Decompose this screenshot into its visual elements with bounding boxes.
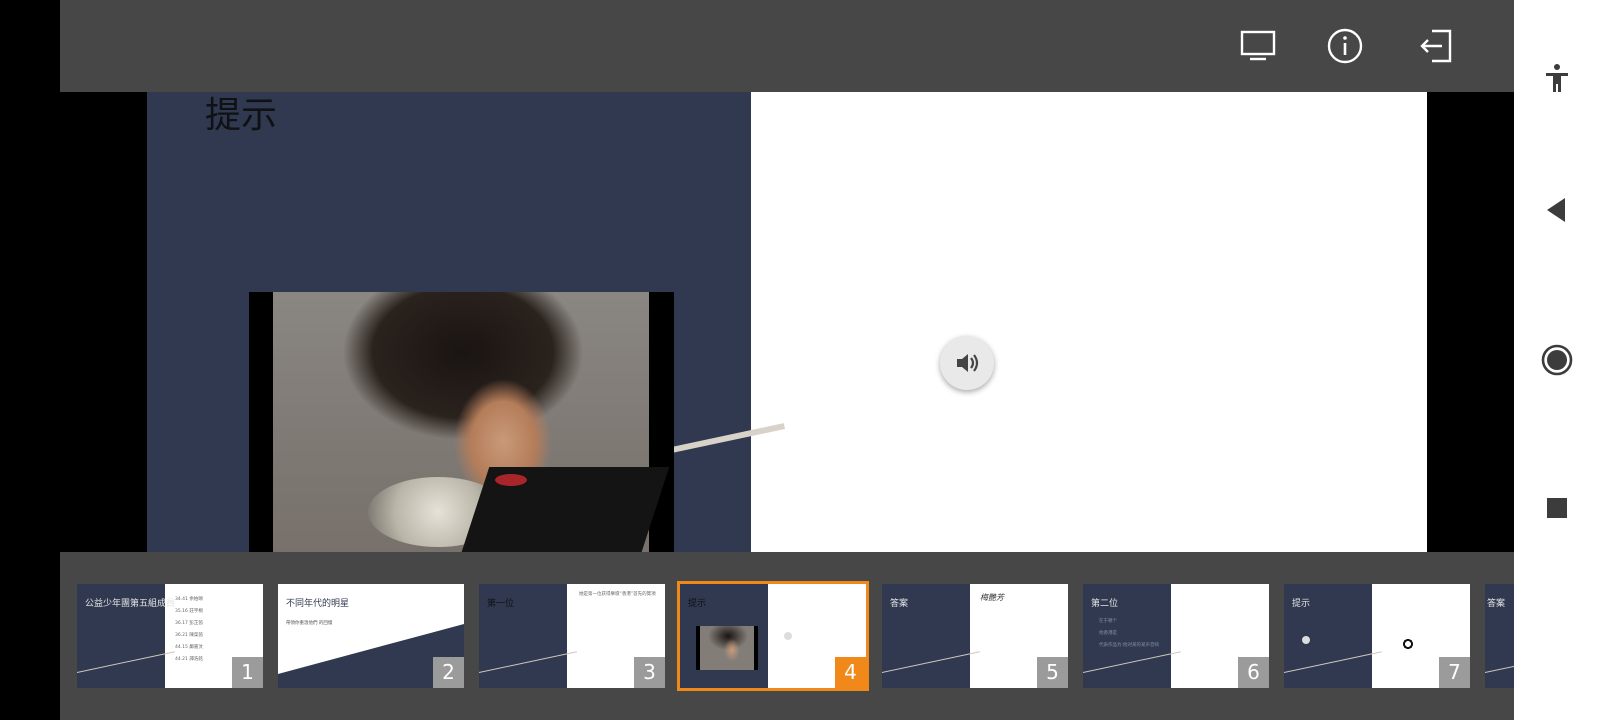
thumb-text-line: 44.15 鄺嘉汶 <box>175 645 203 650</box>
thumb-text-line: 他香港是 <box>1099 631 1117 636</box>
thumb-title: 第二位 <box>1091 599 1119 609</box>
thumb-title: 公益少年團第五組成員 <box>85 599 176 609</box>
slide-thumbnail[interactable]: 提示 7 <box>1284 584 1470 688</box>
slide-thumbnail-strip: 公益少年團第五組成員 34.41 余柏頤 35.16 莊宇桐 36.17 彭芷茵… <box>60 552 1514 720</box>
thumb-text-list: 在于哪个 他香港是 代表作品为:他对某的某声音响 <box>1099 616 1159 652</box>
thumb-title: 不同年代的明星 <box>286 599 350 609</box>
thumb-title: 提示 <box>1292 599 1311 609</box>
top-toolbar <box>60 0 1514 92</box>
thumb-number: 2 <box>433 657 464 688</box>
thumb-audio-dot <box>1302 636 1310 644</box>
thumb-portrait <box>700 626 754 670</box>
info-icon[interactable] <box>1323 24 1367 68</box>
back-icon[interactable] <box>1535 188 1579 232</box>
thumb-number: 5 <box>1037 657 1068 688</box>
thumb-number: 3 <box>634 657 665 688</box>
speaker-icon <box>957 354 979 372</box>
current-slide: 提示 <box>147 92 1427 552</box>
audio-play-button[interactable] <box>940 336 994 390</box>
thumb-text-line: 44.21 譚浩銘 <box>175 657 203 662</box>
thumb-title: 提示 <box>688 599 707 609</box>
slide-thumbnail[interactable]: 第一位 她是第一位获得樂壇“香港”首先的獎項 3 <box>479 584 665 688</box>
recents-icon[interactable] <box>1535 486 1579 530</box>
thumb-text-line: 她是第一位获得樂壇“香港”首先的獎項 <box>579 592 656 597</box>
screen: 提示 公益少年團第五組成員 34.41 余柏頤 35.16 莊宇桐 36.17 … <box>0 0 1600 720</box>
slide-thumbnail[interactable]: 第二位 在于哪个 他香港是 代表作品为:他对某的某声音响 6 <box>1083 584 1269 688</box>
system-nav-bar <box>1514 0 1600 720</box>
thumb-number: 1 <box>232 657 263 688</box>
slide-thumbnail[interactable]: 答案 梅艷芳 5 <box>882 584 1068 688</box>
exit-icon[interactable] <box>1414 24 1458 68</box>
thumb-text-line: 在于哪个 <box>1099 619 1117 624</box>
thumb-photo <box>1388 604 1428 670</box>
thumb-title: 第一位 <box>487 599 515 609</box>
thumb-audio-dot <box>784 632 792 640</box>
slide-title: 提示 <box>205 95 278 136</box>
presentation-app: 提示 公益少年團第五組成員 34.41 余柏頤 35.16 莊宇桐 36.17 … <box>0 0 1514 720</box>
thumb-text-list: 34.41 余柏頤 35.16 莊宇桐 36.17 彭芷茵 36.21 陳棨茵 … <box>175 594 203 666</box>
thumb-text-line: 34.41 余柏頤 <box>175 597 203 602</box>
thumb-text-line: 36.21 陳棨茵 <box>175 633 203 638</box>
thumb-title: 答案 <box>1487 599 1506 609</box>
thumb-number: 6 <box>1238 657 1269 688</box>
slide-photo <box>249 292 674 552</box>
thumb-number: 4 <box>835 657 866 688</box>
thumb-right-text: 梅艷芳 <box>980 593 1004 602</box>
thumb-number: 7 <box>1439 657 1470 688</box>
thumb-title: 答案 <box>890 599 909 609</box>
jacket-detail <box>456 467 670 552</box>
slide-thumbnail[interactable]: 不同年代的明星 帶領你重溫他們 的回憶 2 <box>278 584 464 688</box>
slide-stage: 提示 <box>60 92 1514 552</box>
portrait-image <box>273 292 670 552</box>
slide-thumbnail[interactable]: 公益少年團第五組成員 34.41 余柏頤 35.16 莊宇桐 36.17 彭芷茵… <box>77 584 263 688</box>
lips-detail <box>495 474 527 486</box>
home-icon[interactable] <box>1535 338 1579 382</box>
thumb-text-line: 36.17 彭芷茵 <box>175 621 203 626</box>
present-screen-icon[interactable] <box>1236 24 1280 68</box>
slide-thumbnail-active[interactable]: 提示 4 <box>677 581 869 691</box>
accessibility-icon[interactable] <box>1535 56 1579 100</box>
thumb-text-line: 35.16 莊宇桐 <box>175 609 203 614</box>
slide-thumbnail[interactable]: 答案 <box>1485 584 1514 688</box>
thumb-text-line: 代表作品为:他对某的某声音响 <box>1099 643 1160 648</box>
thumb-subtitle: 帶領你重溫他們 的回憶 <box>286 621 333 626</box>
thumb-photo <box>696 626 758 670</box>
